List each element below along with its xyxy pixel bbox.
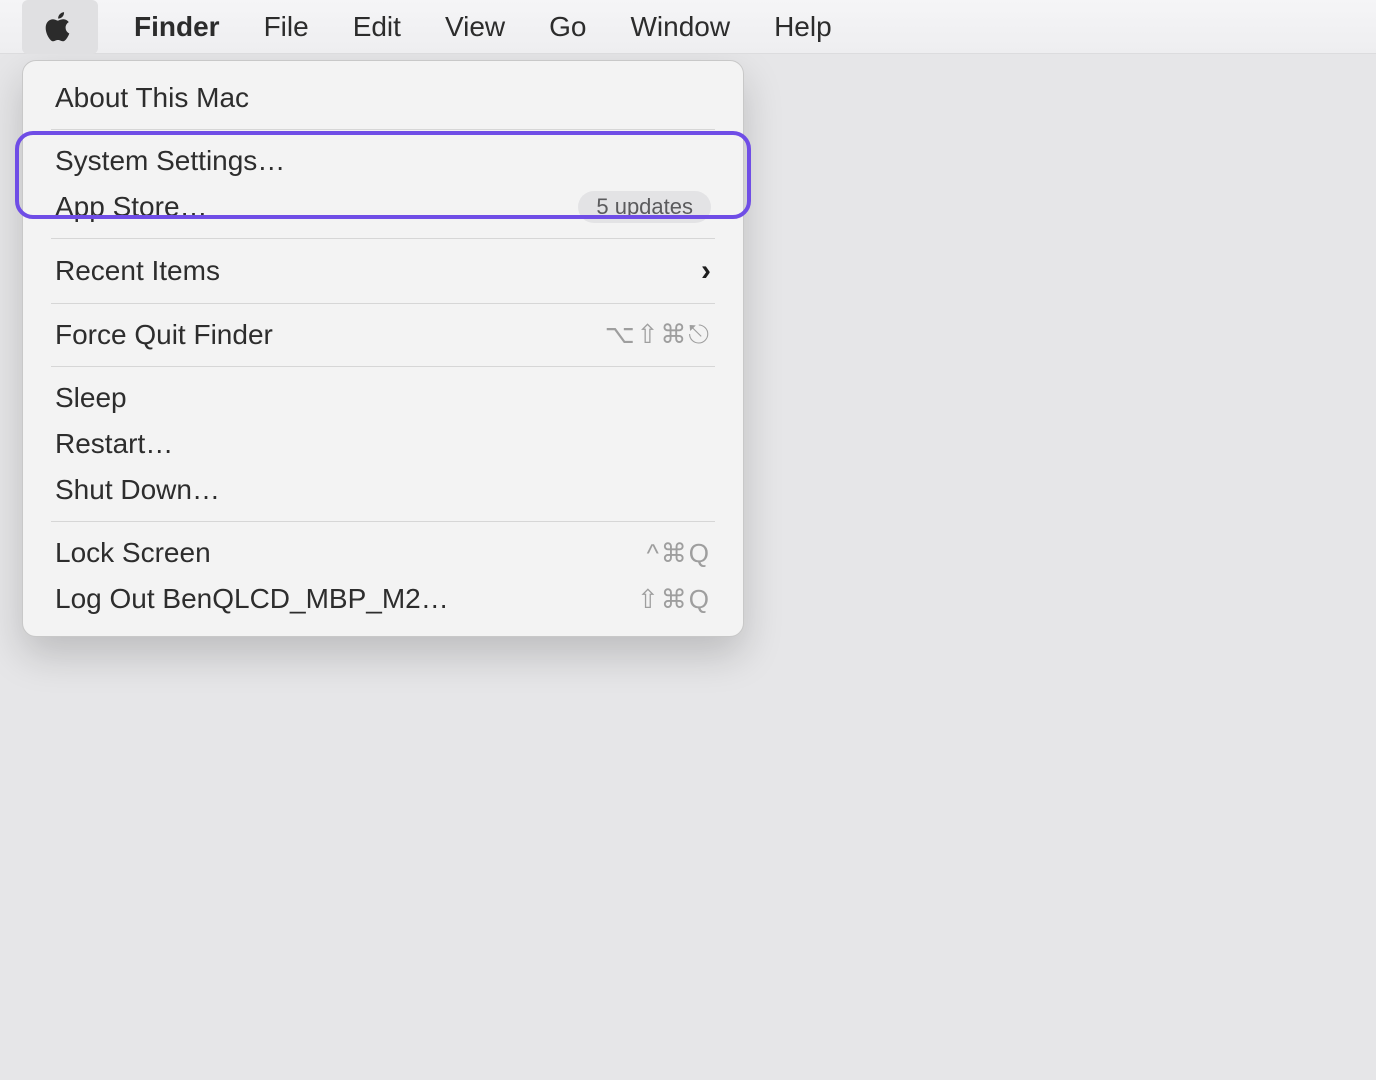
menu-item-label: Force Quit Finder [55,319,273,351]
menu-item-shut-down[interactable]: Shut Down… [23,467,743,513]
menu-item-restart[interactable]: Restart… [23,421,743,467]
menu-item-recent-items[interactable]: Recent Items › [23,247,743,295]
menu-item-about-this-mac[interactable]: About This Mac [23,75,743,121]
shortcut-label: ⌥⇧⌘⎋ [605,319,711,351]
menu-item-label: About This Mac [55,82,249,114]
menu-item-label: App Store… [55,191,208,223]
menu-item-system-settings[interactable]: System Settings… [23,138,743,184]
menu-item-label: Recent Items [55,255,220,287]
menu-view[interactable]: View [423,0,527,54]
menu-edit[interactable]: Edit [331,0,423,54]
menu-item-label: Log Out BenQLCD_MBP_M2… [55,583,449,615]
menu-divider [51,303,715,304]
menu-finder[interactable]: Finder [112,0,242,54]
menu-item-label: Lock Screen [55,537,211,569]
menu-item-label: Restart… [55,428,173,460]
menu-item-app-store[interactable]: App Store… 5 updates [23,184,743,230]
menu-divider [51,129,715,130]
menubar: Finder File Edit View Go Window Help [0,0,1376,54]
apple-logo-icon [45,10,75,44]
apple-menu-button[interactable] [22,0,98,54]
menu-item-sleep[interactable]: Sleep [23,375,743,421]
menu-file[interactable]: File [242,0,331,54]
menu-window[interactable]: Window [608,0,752,54]
chevron-right-icon: › [701,254,711,288]
menu-item-lock-screen[interactable]: Lock Screen ^⌘Q [23,530,743,576]
menu-item-label: System Settings… [55,145,285,177]
shortcut-label: ^⌘Q [647,538,711,569]
menu-item-log-out[interactable]: Log Out BenQLCD_MBP_M2… ⇧⌘Q [23,576,743,622]
menu-item-label: Sleep [55,382,127,414]
menu-divider [51,521,715,522]
shortcut-label: ⇧⌘Q [637,584,711,615]
apple-menu-dropdown: About This Mac System Settings… App Stor… [22,60,744,637]
menu-help[interactable]: Help [752,0,854,54]
menu-divider [51,366,715,367]
menu-go[interactable]: Go [527,0,608,54]
updates-badge: 5 updates [578,191,711,223]
menu-divider [51,238,715,239]
menu-item-label: Shut Down… [55,474,220,506]
menu-item-force-quit[interactable]: Force Quit Finder ⌥⇧⌘⎋ [23,312,743,358]
